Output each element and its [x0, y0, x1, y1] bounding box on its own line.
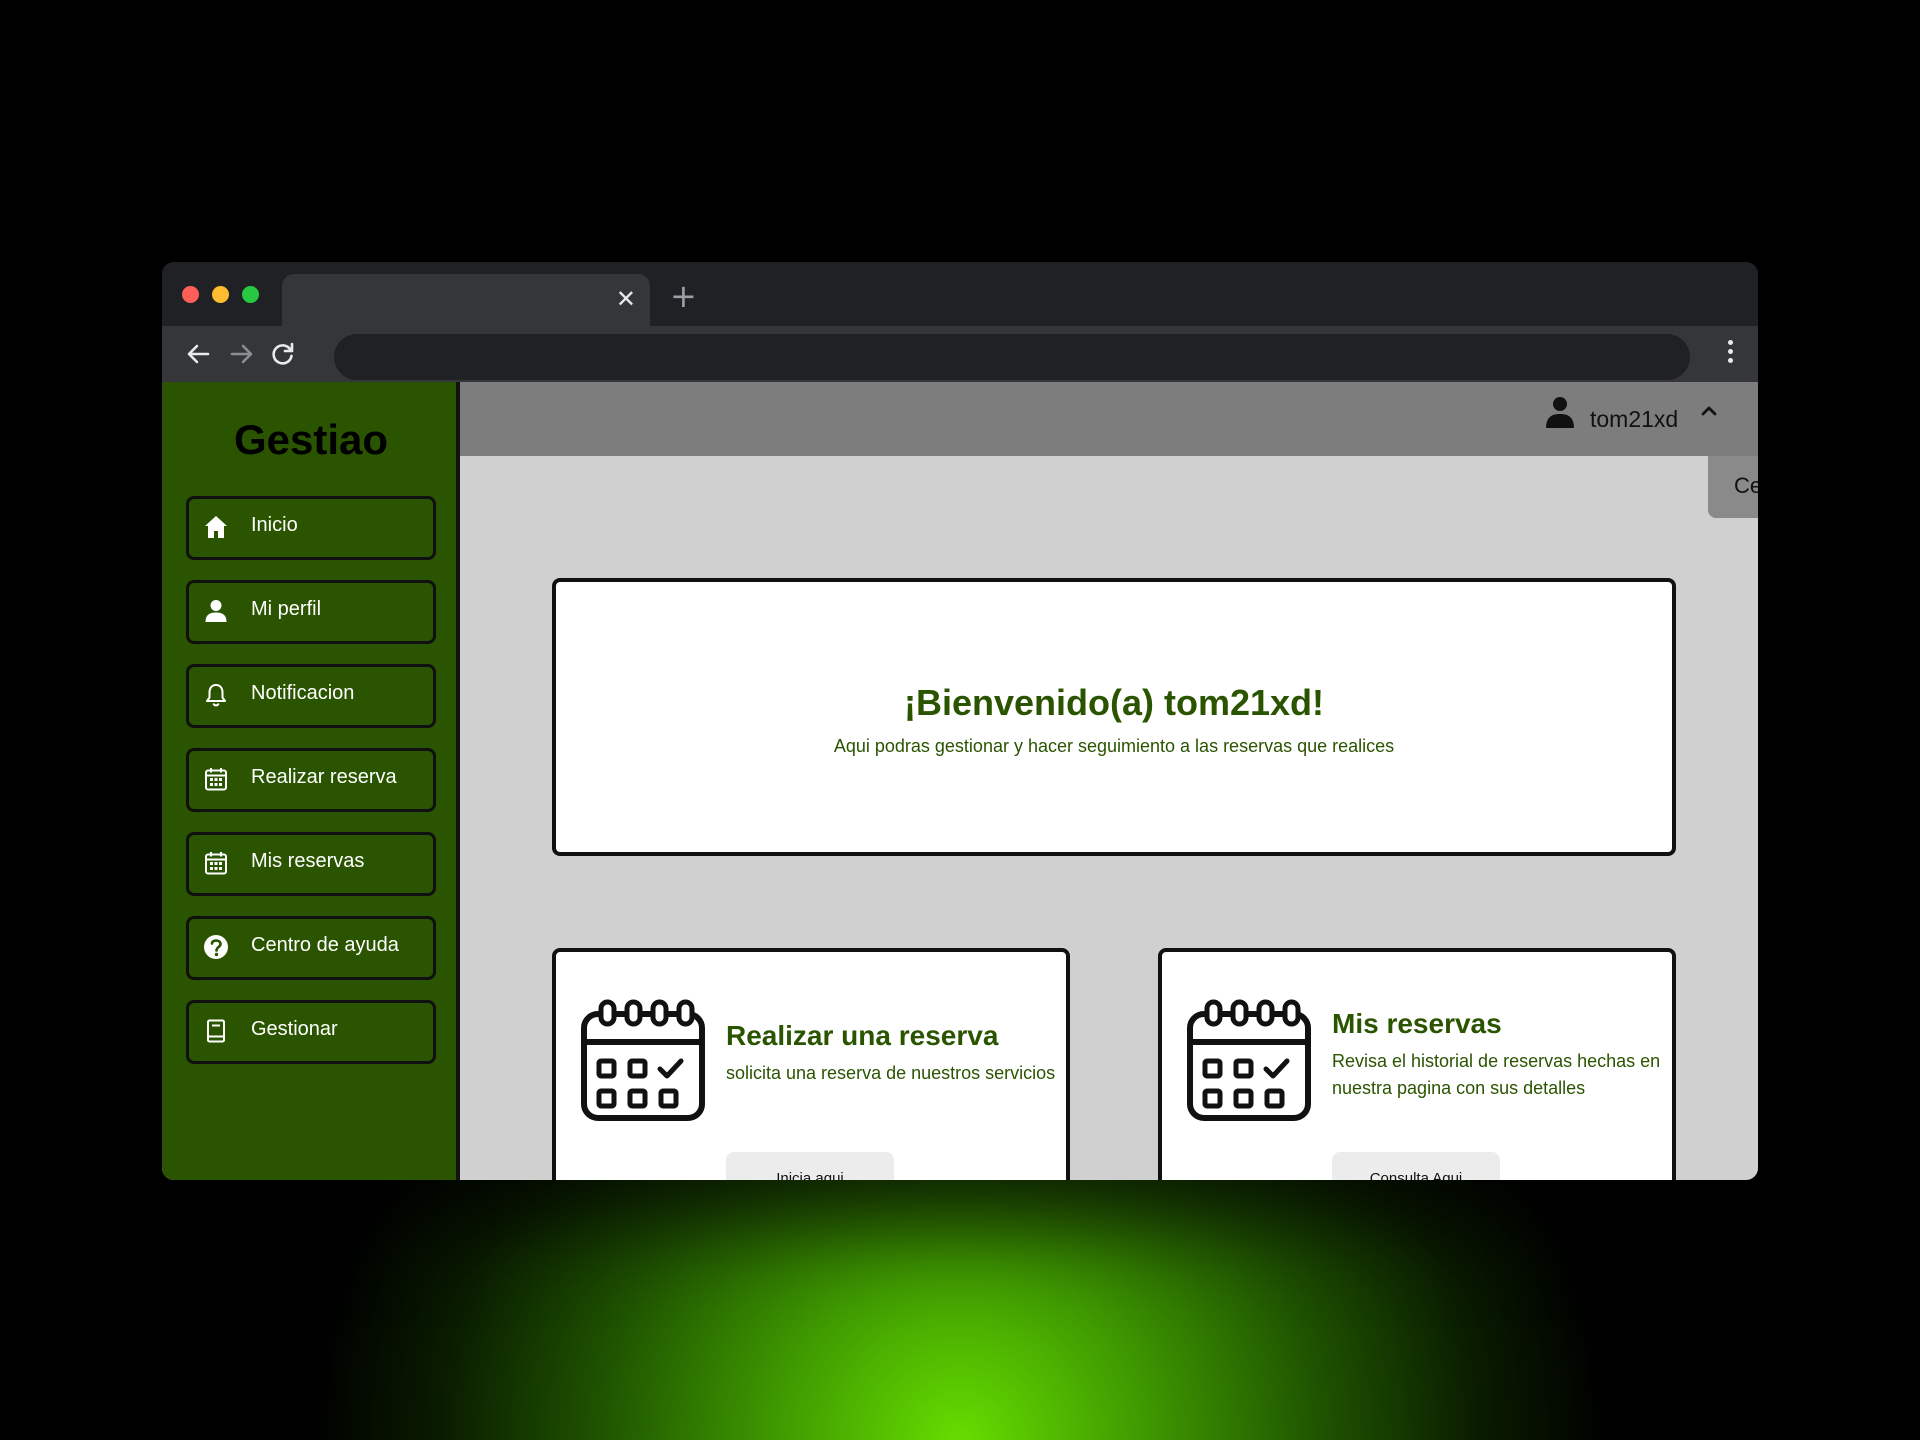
browser-toolbar [162, 326, 1758, 382]
address-bar[interactable] [334, 334, 1690, 380]
calendar-icon [205, 852, 227, 875]
sidebar-item-gestionar[interactable]: Gestionar [186, 1000, 436, 1064]
logout-label: Cerrar sesión [1733, 473, 1758, 498]
welcome-title: ¡Bienvenido(a) tom21xd! [903, 682, 1325, 723]
card-button-label: Consulta Aqui [1369, 1170, 1463, 1180]
brand-logo[interactable]: Gestiao [162, 416, 460, 464]
sidebar-item-realizar-reserva[interactable]: Realizar reserva [186, 748, 436, 812]
new-tab-button[interactable]: + [670, 280, 697, 312]
inicia-aqui-button[interactable]: Inicia aqui [726, 1152, 894, 1180]
logout-button[interactable]: Cerrar sesión [1708, 456, 1758, 518]
calendar-check-icon [1187, 999, 1311, 1121]
sidebar-item-label: Mis reservas [251, 850, 365, 872]
browser-tab[interactable]: ✕ [282, 274, 650, 326]
reload-icon[interactable] [266, 338, 300, 370]
sidebar-item-mis-reservas[interactable]: Mis reservas [186, 832, 436, 896]
book-icon [207, 1019, 225, 1043]
user-icon [205, 600, 227, 622]
card-title: Mis reservas [1332, 1008, 1502, 1039]
home-icon [205, 516, 227, 538]
calendar-check-icon [581, 999, 705, 1121]
card-title: Realizar una reserva [726, 1020, 999, 1051]
sidebar-item-label: Notificacion [251, 682, 355, 704]
tab-close-icon[interactable]: ✕ [616, 286, 636, 312]
user-icon[interactable] [1543, 394, 1577, 430]
sidebar-item-label: Centro de ayuda [251, 934, 399, 956]
username-label[interactable]: tom21xd [1590, 406, 1678, 433]
browser-window: ✕ + Gestiao Inicio Mi perfil Notificacio… [162, 262, 1758, 1180]
card-description: solicita una reserva de nuestros servici… [726, 1063, 1056, 1083]
forward-arrow-icon[interactable] [224, 338, 258, 370]
sidebar-item-mi-perfil[interactable]: Mi perfil [186, 580, 436, 644]
card-description: Revisa el historial de reservas hechas e… [1332, 1051, 1661, 1098]
page-viewport: Gestiao Inicio Mi perfil Notificacion Re… [162, 382, 1758, 1180]
top-bar: tom21xd [460, 382, 1758, 456]
welcome-subtitle: Aqui podras gestionar y hacer seguimient… [833, 736, 1395, 756]
tab-bar: ✕ + [162, 262, 1758, 326]
chevron-up-icon[interactable] [1698, 400, 1720, 422]
sidebar-item-label: Mi perfil [251, 598, 322, 620]
card-realizar-reserva: Realizar una reserva solicita una reserv… [552, 948, 1070, 1180]
sidebar-item-inicio[interactable]: Inicio [186, 496, 436, 560]
window-minimize-button[interactable] [212, 286, 229, 303]
card-mis-reservas: Mis reservas Revisa el historial de rese… [1158, 948, 1676, 1180]
sidebar-item-centro-de-ayuda[interactable]: Centro de ayuda [186, 916, 436, 980]
sidebar: Gestiao Inicio Mi perfil Notificacion Re… [162, 382, 460, 1180]
window-maximize-button[interactable] [242, 286, 259, 303]
back-arrow-icon[interactable] [182, 338, 216, 370]
browser-menu-icon[interactable] [1728, 340, 1736, 367]
window-close-button[interactable] [182, 286, 199, 303]
sidebar-item-label: Realizar reserva [251, 766, 397, 788]
sidebar-item-label: Gestionar [251, 1018, 338, 1040]
card-button-label: Inicia aqui [776, 1170, 844, 1180]
bell-icon [206, 684, 226, 707]
consulta-aqui-button[interactable]: Consulta Aqui [1332, 1152, 1500, 1180]
help-icon [204, 935, 228, 959]
sidebar-item-notificacion[interactable]: Notificacion [186, 664, 436, 728]
sidebar-item-label: Inicio [251, 514, 298, 536]
calendar-icon [205, 768, 227, 791]
welcome-panel: ¡Bienvenido(a) tom21xd! Aqui podras gest… [552, 578, 1676, 856]
